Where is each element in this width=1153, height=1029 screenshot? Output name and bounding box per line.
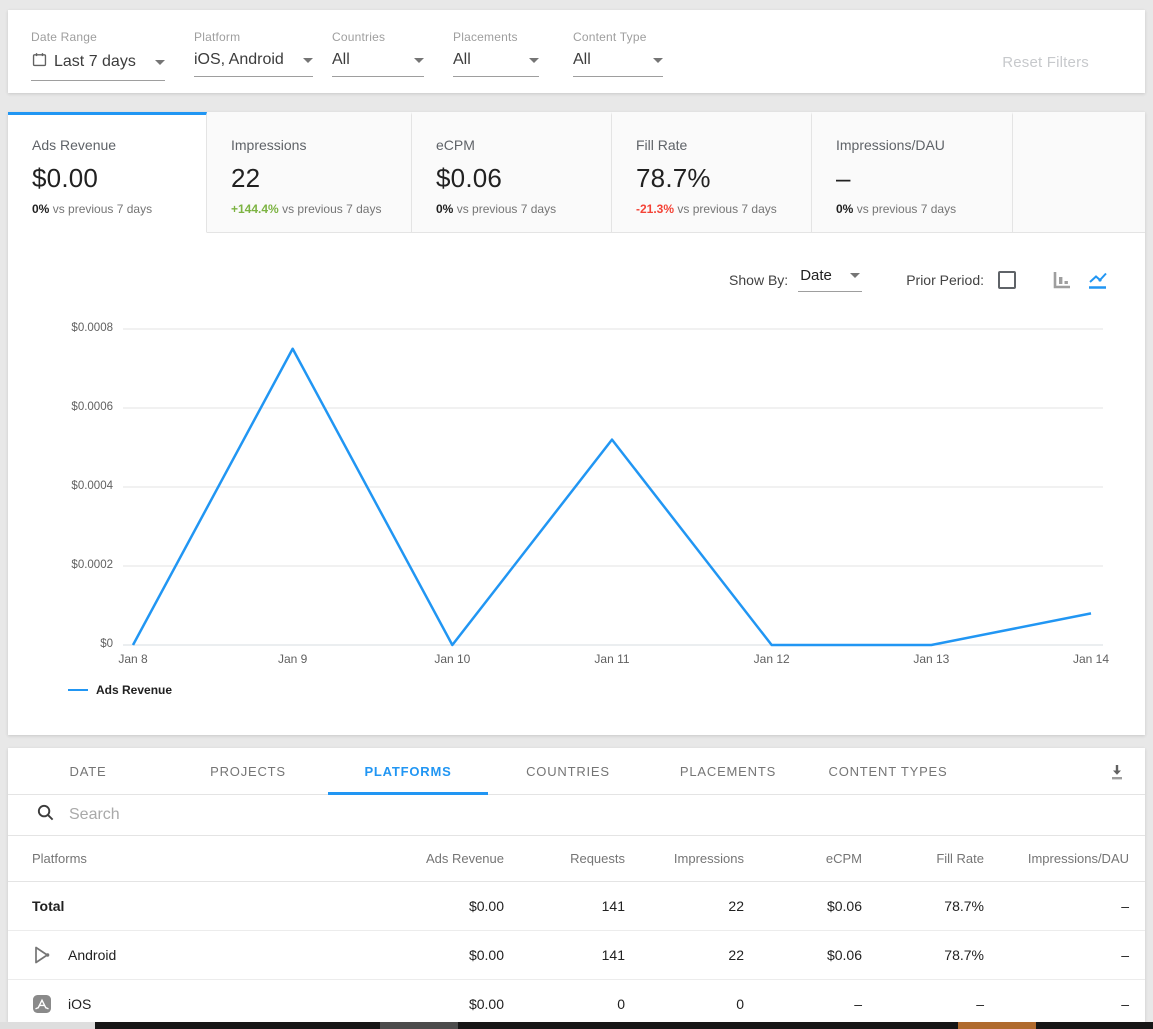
cell-ads-revenue: $0.00 [384, 898, 504, 914]
platform-dropdown[interactable]: iOS, Android [194, 51, 313, 77]
cell-ecpm: $0.06 [744, 947, 862, 963]
line-chart: $0 $0.0002 $0.0004 $0.0006 $0.0008 Jan 8 Jan … [8, 112, 1145, 735]
cell-ads-revenue: $0.00 [384, 996, 504, 1012]
x-axis-label: Jan 11 [577, 652, 647, 666]
google-play-icon [32, 945, 52, 965]
cell-requests: 141 [504, 898, 625, 914]
column-header: Impressions [625, 851, 744, 866]
date-range-dropdown[interactable]: Last 7 days [31, 51, 165, 81]
content-type-dropdown[interactable]: All [573, 51, 663, 77]
cell-impressions: 0 [625, 996, 744, 1012]
placements-dropdown[interactable]: All [453, 51, 539, 77]
date-range-value: Last 7 days [54, 53, 136, 71]
chevron-down-icon [653, 58, 663, 63]
chart-legend: Ads Revenue [68, 683, 172, 697]
filter-bar: Date Range Last 7 days Platform iOS, And… [8, 10, 1145, 93]
cell-impressions-dau: – [984, 898, 1129, 914]
content-type-value: All [573, 51, 591, 69]
cell-impressions-dau: – [984, 996, 1129, 1012]
filter-countries: Countries All [332, 30, 424, 77]
column-header: Fill Rate [862, 851, 984, 866]
filter-label: Content Type [573, 30, 663, 44]
chart-card: Ads Revenue $0.00 0% vs previous 7 days … [8, 112, 1145, 735]
countries-value: All [332, 51, 350, 69]
table-row-android[interactable]: Android $0.00 141 22 $0.06 78.7% – [8, 931, 1145, 980]
filter-platform: Platform iOS, Android [194, 30, 313, 77]
cell-ads-revenue: $0.00 [384, 947, 504, 963]
app-store-icon [32, 994, 52, 1014]
column-header: eCPM [744, 851, 862, 866]
row-name: iOS [68, 996, 91, 1012]
legend-line-swatch [68, 689, 88, 691]
column-header: Ads Revenue [384, 851, 504, 866]
cell-fill-rate: 78.7% [862, 898, 984, 914]
legend-label: Ads Revenue [96, 683, 172, 697]
filter-label: Platform [194, 30, 313, 44]
taskbar-strip [0, 1022, 1153, 1029]
cell-requests: 141 [504, 947, 625, 963]
row-name: Android [68, 947, 116, 963]
x-axis-label: Jan 10 [417, 652, 487, 666]
y-axis-label: $0.0006 [47, 401, 113, 413]
y-axis-label: $0.0002 [47, 559, 113, 571]
x-axis-label: Jan 9 [258, 652, 328, 666]
y-axis-label: $0.0004 [47, 480, 113, 492]
x-axis-label: Jan 12 [737, 652, 807, 666]
breakdown-tabs: DATE PROJECTS PLATFORMS COUNTRIES PLACEM… [8, 748, 1145, 795]
cell-impressions: 22 [625, 947, 744, 963]
breakdown-table-card: DATE PROJECTS PLATFORMS COUNTRIES PLACEM… [8, 748, 1145, 1022]
placements-value: All [453, 51, 471, 69]
cell-fill-rate: 78.7% [862, 947, 984, 963]
x-axis-label: Jan 13 [896, 652, 966, 666]
cell-ecpm: $0.06 [744, 898, 862, 914]
tab-placements[interactable]: PLACEMENTS [648, 748, 808, 794]
filter-label: Date Range [31, 30, 165, 44]
analytics-dashboard: Date Range Last 7 days Platform iOS, And… [0, 0, 1153, 1029]
countries-dropdown[interactable]: All [332, 51, 424, 77]
filter-content-type: Content Type All [573, 30, 663, 77]
y-axis-label: $0.0008 [47, 322, 113, 334]
chevron-down-icon [414, 58, 424, 63]
chart-plot [123, 320, 1103, 652]
column-header: Impressions/DAU [984, 851, 1129, 866]
x-axis-label: Jan 8 [98, 652, 168, 666]
cell-impressions-dau: – [984, 947, 1129, 963]
cell-fill-rate: – [862, 996, 984, 1012]
search-icon [36, 803, 55, 827]
table-row-total[interactable]: Total $0.00 141 22 $0.06 78.7% – [8, 882, 1145, 931]
calendar-icon [31, 51, 48, 73]
filter-date-range: Date Range Last 7 days [31, 30, 165, 81]
row-name: Total [32, 898, 384, 914]
table-search [8, 795, 1145, 836]
chevron-down-icon [529, 58, 539, 63]
filter-placements: Placements All [453, 30, 539, 77]
tab-platforms[interactable]: PLATFORMS [328, 748, 488, 794]
tab-projects[interactable]: PROJECTS [168, 748, 328, 794]
tab-countries[interactable]: COUNTRIES [488, 748, 648, 794]
column-header: Requests [504, 851, 625, 866]
filter-label: Placements [453, 30, 539, 44]
cell-impressions: 22 [625, 898, 744, 914]
column-header: Platforms [32, 851, 384, 866]
tab-date[interactable]: DATE [8, 748, 168, 794]
platform-value: iOS, Android [194, 51, 284, 69]
search-input[interactable] [69, 806, 1129, 824]
chevron-down-icon [303, 58, 313, 63]
filter-label: Countries [332, 30, 424, 44]
download-icon[interactable] [1103, 758, 1131, 786]
cell-ecpm: – [744, 996, 862, 1012]
cell-requests: 0 [504, 996, 625, 1012]
chevron-down-icon [155, 60, 165, 65]
y-axis-label: $0 [47, 638, 113, 650]
table-header-row: Platforms Ads Revenue Requests Impressio… [8, 836, 1145, 882]
tab-content-types[interactable]: CONTENT TYPES [808, 748, 968, 794]
x-axis-label: Jan 14 [1056, 652, 1126, 666]
reset-filters-button[interactable]: Reset Filters [1002, 54, 1089, 71]
